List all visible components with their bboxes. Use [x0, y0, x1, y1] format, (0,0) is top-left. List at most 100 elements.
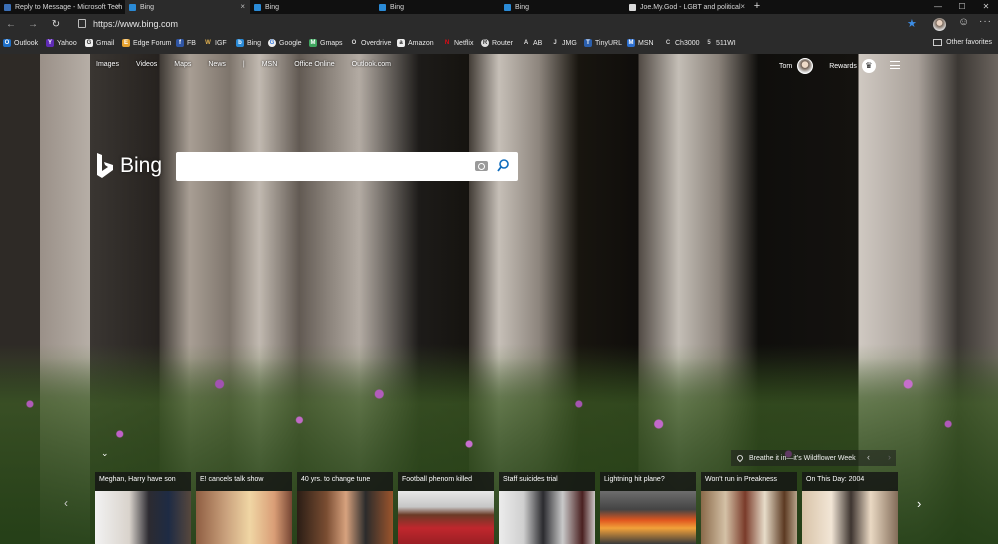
forward-icon[interactable]: →: [26, 18, 40, 32]
favorite-tinyurl[interactable]: T TinyURL: [584, 39, 622, 47]
card-image: [802, 491, 898, 544]
favorite-router[interactable]: R Router: [481, 39, 513, 47]
favorite-label: Edge Forum: [133, 39, 172, 47]
user-name[interactable]: Tom: [779, 63, 792, 70]
browser-tab-active[interactable]: Bing ×: [125, 0, 250, 14]
previous-image-icon[interactable]: ‹: [867, 452, 870, 462]
card-title: E! cancels talk show: [200, 476, 264, 483]
tab-title: Bing: [265, 3, 280, 11]
favorite-amazon[interactable]: a Amazon: [397, 39, 434, 47]
favorite-gmaps[interactable]: M Gmaps: [309, 39, 343, 47]
tab-title: Reply to Message - Microsoft Tech: [15, 3, 123, 11]
browser-tab[interactable]: Joe.My.God - LGBT and political ×: [625, 0, 750, 14]
card-title: Lightning hit plane?: [604, 476, 665, 483]
camera-icon[interactable]: [475, 161, 488, 171]
news-card[interactable]: On This Day: 2004: [802, 472, 898, 544]
favorite-gmail[interactable]: G Gmail: [85, 39, 114, 47]
nav-msn[interactable]: MSN: [262, 61, 278, 68]
card-title: 40 yrs. to change tune: [301, 476, 371, 483]
feedback-smiley-icon[interactable]: ☺: [958, 16, 969, 28]
browser-tab[interactable]: Bing: [500, 0, 625, 14]
bing-logo-icon: [97, 153, 113, 178]
card-image: [600, 491, 696, 544]
nav-maps[interactable]: Maps: [174, 61, 191, 68]
close-window-icon[interactable]: ✕: [974, 0, 998, 14]
favorite-label: MSN: [638, 39, 654, 47]
trophy-icon[interactable]: ♛: [861, 59, 876, 73]
news-card[interactable]: Staff suicides trial: [499, 472, 595, 544]
nav-office-online[interactable]: Office Online: [294, 61, 334, 68]
favorite-msn[interactable]: M MSN: [627, 39, 654, 47]
news-card[interactable]: Football phenom killed: [398, 472, 494, 544]
chevron-down-icon[interactable]: ⌄: [101, 448, 109, 459]
browser-tab[interactable]: Bing: [250, 0, 375, 14]
carousel-next-icon[interactable]: ›: [917, 496, 921, 511]
rewards-label[interactable]: Rewards: [829, 63, 857, 70]
favorite-label: FB: [187, 39, 196, 47]
new-tab-button[interactable]: +: [750, 0, 764, 14]
account-area: Tom Rewards ♛: [779, 58, 876, 74]
refresh-icon[interactable]: ↻: [49, 18, 63, 32]
close-icon[interactable]: ×: [240, 2, 245, 11]
news-card[interactable]: Won't run in Preakness: [701, 472, 797, 544]
nav-news[interactable]: News: [208, 61, 226, 68]
nav-outlook[interactable]: Outlook.com: [352, 61, 391, 68]
favorite-bing[interactable]: b Bing: [236, 39, 261, 47]
ch3000-icon: C: [665, 40, 671, 46]
favorite-edge-forum[interactable]: E Edge Forum: [122, 39, 172, 47]
nav-images[interactable]: Images: [96, 61, 119, 68]
news-card[interactable]: E! cancels talk show: [196, 472, 292, 544]
tab-strip: Reply to Message - Microsoft Tech × Bing…: [0, 0, 998, 14]
next-image-icon[interactable]: ›: [888, 452, 891, 462]
carousel-prev-icon[interactable]: ‹: [64, 496, 68, 510]
close-icon[interactable]: ×: [740, 2, 745, 11]
news-card[interactable]: Meghan, Harry have son: [95, 472, 191, 544]
maximize-icon[interactable]: ☐: [950, 0, 974, 14]
folder-icon: [933, 39, 943, 46]
favorite-511wi[interactable]: 5 511WI: [705, 39, 735, 47]
gmaps-icon: M: [309, 39, 317, 47]
favorite-label: Gmail: [96, 39, 115, 47]
favorite-label: Google: [279, 39, 302, 47]
site-icon: [629, 3, 636, 11]
favorite-yahoo[interactable]: Y Yahoo: [46, 39, 77, 47]
news-card[interactable]: 40 yrs. to change tune: [297, 472, 393, 544]
nav-videos[interactable]: Videos: [136, 61, 157, 68]
favorite-fb[interactable]: f FB: [176, 39, 196, 47]
card-title: Football phenom killed: [402, 476, 473, 483]
favorite-netflix[interactable]: N Netflix: [443, 39, 474, 47]
avatar[interactable]: [797, 58, 814, 74]
favorite-label: IGF: [215, 39, 227, 47]
favorite-label: Ch3000: [675, 39, 700, 47]
favorite-outlook[interactable]: O Outlook: [3, 39, 38, 47]
favorite-star-icon[interactable]: ★: [907, 17, 917, 30]
search-icon[interactable]: [497, 159, 509, 172]
url-field[interactable]: https://www.bing.com: [93, 19, 178, 29]
favorite-ab[interactable]: A AB: [522, 39, 543, 47]
more-options-icon[interactable]: ···: [979, 16, 992, 27]
overdrive-icon: O: [351, 40, 357, 46]
favorite-label: Amazon: [408, 39, 434, 47]
browser-tab[interactable]: Bing: [375, 0, 500, 14]
other-favorites-folder[interactable]: Other favorites: [933, 39, 992, 46]
hamburger-menu-icon[interactable]: [890, 61, 900, 69]
image-caption[interactable]: Breathe it in—it's Wildflower Week ‹ ›: [731, 450, 896, 466]
minimize-icon[interactable]: —: [926, 0, 950, 14]
profile-avatar[interactable]: [933, 18, 946, 31]
amazon-icon: a: [397, 39, 405, 47]
favorite-ch3000[interactable]: C Ch3000: [664, 39, 700, 47]
back-icon[interactable]: ←: [4, 18, 18, 32]
bing-logo[interactable]: Bing: [95, 153, 162, 179]
gmail-icon: G: [85, 39, 93, 47]
search-input[interactable]: [184, 158, 464, 175]
card-image: [196, 491, 292, 544]
favorite-google[interactable]: G Google: [268, 39, 302, 47]
favorite-igf[interactable]: W IGF: [204, 39, 227, 47]
favorite-jmg[interactable]: J JMG: [551, 39, 576, 47]
close-icon[interactable]: ×: [115, 2, 120, 11]
favorite-label: Router: [492, 39, 514, 47]
news-card[interactable]: Lightning hit plane?: [600, 472, 696, 544]
news-carousel: Meghan, Harry have son E! cancels talk s…: [95, 472, 903, 544]
browser-tab[interactable]: Reply to Message - Microsoft Tech ×: [0, 0, 125, 14]
favorite-overdrive[interactable]: O Overdrive: [350, 39, 392, 47]
